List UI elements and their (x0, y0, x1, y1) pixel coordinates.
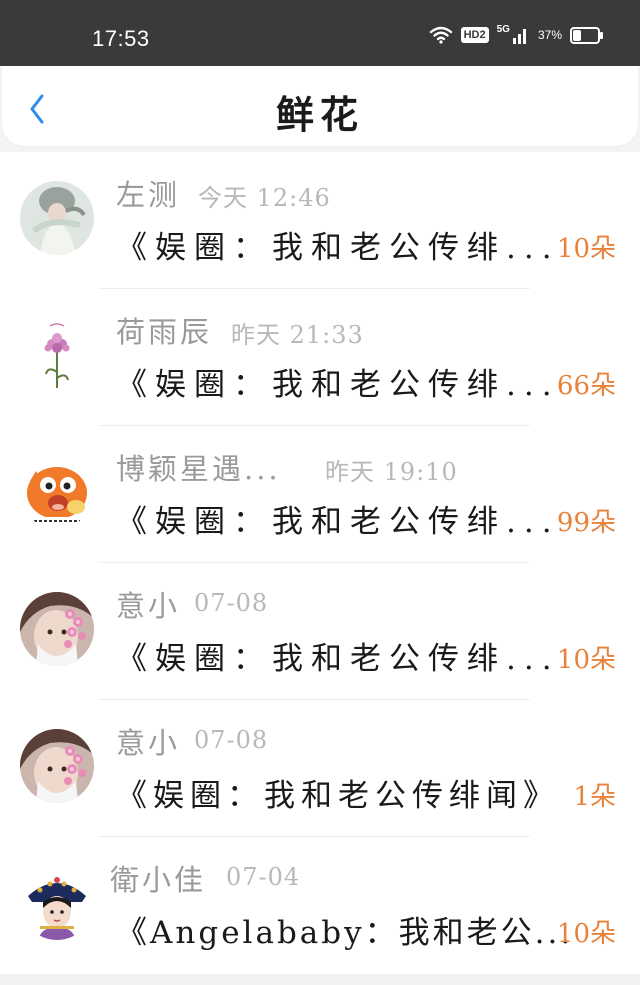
sender-name: 意小 (116, 589, 181, 623)
list-item[interactable]: 荷雨辰 昨天 21:33 《娱圈：我和老公传绯... 66朵 (0, 289, 640, 426)
timestamp: 昨天 21:33 (231, 321, 364, 349)
flower-avatar-icon (20, 318, 94, 392)
timestamp: 昨天 19:10 (325, 458, 458, 486)
sender-name: 博颖星遇... (116, 452, 281, 486)
page-header: 鲜花 (2, 66, 638, 146)
status-time: 17:53 (92, 26, 150, 51)
dancer-avatar-icon (20, 181, 94, 255)
battery-level-fill (573, 29, 581, 41)
hd-badge-icon: HD2 (460, 27, 489, 43)
avatar (20, 181, 94, 255)
timestamp: 07-04 (226, 863, 301, 891)
battery-icon (570, 26, 603, 44)
message-preview: 《娱圈：我和老公传绯... (116, 367, 560, 403)
list-item[interactable]: 意小 07-08 《娱圈：我和老公传绯闻》 1朵 (0, 700, 640, 837)
avatar (20, 455, 94, 529)
signal-5g-icon (512, 29, 526, 44)
timestamp: 今天 12:46 (198, 184, 331, 212)
status-bar: 17:53 HD2 5G 37% (0, 0, 640, 66)
girl-flowers-avatar-icon (20, 592, 94, 666)
message-preview: 《娱圈：我和老公传绯... (116, 504, 560, 540)
flower-count: 99朵 (556, 508, 616, 538)
sender-name: 荷雨辰 (116, 315, 213, 349)
flower-count: 10朵 (556, 645, 616, 675)
avatar (20, 866, 94, 940)
list-item[interactable]: 衛小佳 07-04 《Angelababy：我和老公... 10朵 (0, 837, 640, 974)
flower-count: 10朵 (556, 234, 616, 264)
battery-percent: 37% (537, 28, 562, 42)
network-label: 5G (496, 23, 510, 35)
sender-name: 衛小佳 (110, 863, 207, 897)
bottom-strip (0, 974, 640, 985)
qing-lady-avatar-icon (20, 866, 94, 940)
cartoon-dragon-avatar-icon (20, 455, 94, 529)
flower-count: 66朵 (556, 371, 616, 401)
flower-count: 1朵 (573, 782, 616, 812)
avatar (20, 729, 94, 803)
message-preview: 《Angelababy：我和老公... (116, 915, 574, 951)
message-preview: 《娱圈：我和老公传绯... (116, 641, 560, 677)
timestamp: 07-08 (194, 726, 269, 754)
flower-count: 10朵 (556, 919, 616, 949)
flower-gift-list: 左测 今天 12:46 《娱圈：我和老公传绯... 10朵 荷雨辰 昨天 21:… (0, 152, 640, 974)
sender-name: 左测 (116, 178, 181, 212)
list-item[interactable]: 意小 07-08 《娱圈：我和老公传绯... 10朵 (0, 563, 640, 700)
timestamp: 07-08 (194, 589, 269, 617)
wifi-icon (429, 26, 452, 44)
status-icons: HD2 5G 37% (429, 23, 603, 44)
page-title: 鲜花 (275, 92, 364, 137)
message-preview: 《娱圈：我和老公传绯... (116, 230, 560, 266)
list-item[interactable]: 左测 今天 12:46 《娱圈：我和老公传绯... 10朵 (0, 152, 640, 289)
message-preview: 《娱圈：我和老公传绯闻》 (116, 778, 560, 814)
sender-name: 意小 (116, 726, 181, 760)
avatar (20, 592, 94, 666)
girl-flowers-avatar-icon (20, 729, 94, 803)
list-item[interactable]: 博颖星遇... 昨天 19:10 《娱圈：我和老公传绯... 99朵 (0, 426, 640, 563)
avatar (20, 318, 94, 392)
